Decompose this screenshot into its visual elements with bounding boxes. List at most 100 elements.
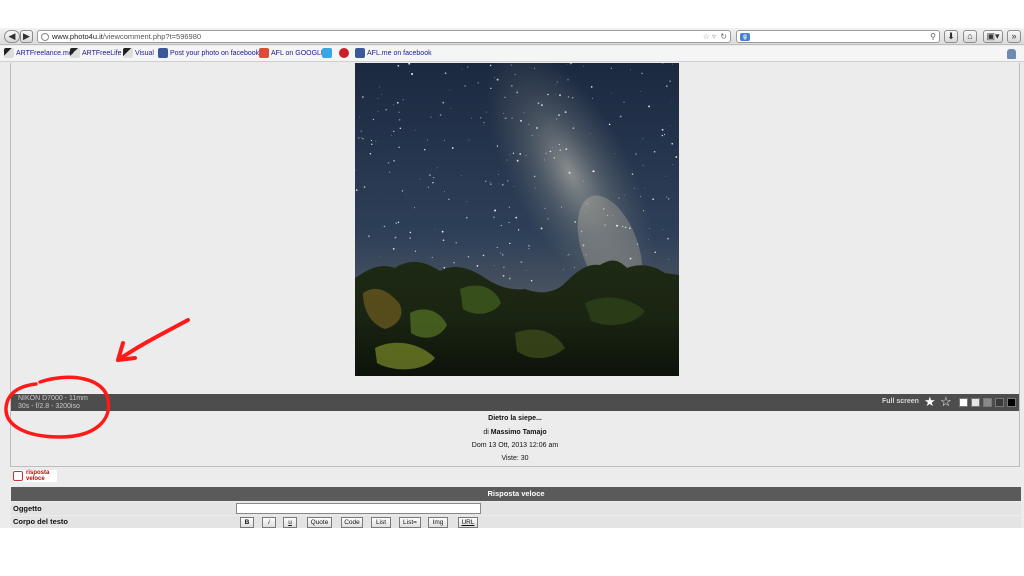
star-dot: [642, 138, 644, 140]
bookmark-afl-facebook[interactable]: AFL.me on facebook: [355, 48, 432, 60]
bookmarks-menu-button[interactable]: ▣▾: [983, 30, 1003, 43]
star-empty-icon[interactable]: ☆: [940, 394, 952, 410]
underline-button[interactable]: u: [283, 517, 297, 528]
bookmark-pinterest[interactable]: [339, 48, 351, 60]
bookmark-artfreelance[interactable]: ARTFreelance.me: [4, 48, 73, 60]
star-dot: [385, 108, 388, 111]
star-dot: [493, 265, 495, 266]
italic-button[interactable]: i: [262, 517, 276, 528]
star-dot: [359, 116, 360, 118]
star-filled-icon[interactable]: ★: [924, 394, 936, 410]
star-dot: [483, 121, 485, 124]
star-dot: [368, 235, 370, 238]
star-dot: [490, 183, 492, 185]
star-dot: [642, 164, 644, 166]
star-dot: [528, 123, 530, 125]
star-dot: [466, 201, 468, 203]
background-swatch-dark[interactable]: [995, 398, 1004, 407]
quick-reply-logo: risposta veloce: [13, 470, 57, 482]
bookmark-visual[interactable]: Visual: [123, 48, 154, 60]
star-dot: [423, 148, 426, 151]
bookmark-post-photo-facebook[interactable]: Post your photo on facebook: [158, 48, 259, 60]
star-dot: [528, 244, 530, 247]
star-dot: [442, 101, 445, 104]
star-dot: [432, 177, 435, 179]
star-dot: [476, 265, 479, 267]
star-dot: [559, 149, 562, 152]
star-dot: [610, 92, 612, 94]
google-icon[interactable]: g: [740, 33, 750, 41]
author-link[interactable]: Massimo Tamajo: [491, 429, 547, 436]
star-dot: [414, 250, 417, 252]
star-dot: [523, 111, 525, 113]
forward-button[interactable]: ▶: [20, 30, 33, 43]
star-dot: [395, 222, 398, 225]
star-dot: [411, 73, 414, 75]
background-swatch-light[interactable]: [971, 398, 980, 407]
search-icon[interactable]: ⚲: [930, 31, 936, 42]
star-dot: [565, 148, 568, 150]
star-dot: [500, 224, 502, 227]
search-bar[interactable]: g ⚲: [736, 30, 940, 43]
star-dot: [534, 67, 536, 69]
star-dot: [569, 63, 572, 65]
star-dot: [629, 257, 632, 260]
star-dot: [533, 175, 536, 178]
pinterest-icon: [339, 48, 349, 59]
star-dot: [629, 69, 631, 71]
star-dot: [663, 133, 666, 136]
address-bar[interactable]: www.photo4u.it/viewcomment.php?t=596980 …: [37, 30, 731, 43]
code-button[interactable]: Code: [341, 517, 363, 528]
star-dot: [375, 140, 377, 142]
user-icon[interactable]: [1007, 49, 1016, 59]
subject-input[interactable]: [236, 503, 481, 514]
star-dot: [618, 197, 620, 199]
image-button[interactable]: Img: [428, 517, 448, 528]
quote-button[interactable]: Quote: [307, 517, 332, 528]
star-dot: [498, 183, 499, 185]
star-dot: [649, 228, 650, 230]
fullscreen-button[interactable]: Full screen: [882, 397, 919, 407]
star-dot: [506, 159, 508, 161]
star-dot: [619, 115, 622, 118]
star-dot: [629, 227, 631, 229]
bookmark-artfreelife[interactable]: ARTFreeLife: [70, 48, 122, 60]
star-dot: [640, 196, 641, 198]
ordered-list-button[interactable]: List=: [399, 517, 421, 528]
star-dot: [427, 186, 430, 189]
url-button[interactable]: URL: [458, 517, 478, 528]
view-count: Viste: 30: [501, 455, 529, 462]
photo-image[interactable]: [355, 63, 679, 376]
star-dot: [502, 274, 505, 277]
bookmark-afl-google[interactable]: AFL on GOOGLE: [259, 48, 326, 60]
download-button[interactable]: ⬇: [944, 30, 958, 43]
bookmark-star-icon[interactable]: ☆ ▿: [703, 31, 716, 42]
back-button[interactable]: ◀: [4, 30, 20, 43]
star-dot: [477, 82, 479, 84]
background-swatch-white[interactable]: [959, 398, 968, 407]
star-dot: [582, 65, 584, 67]
star-dot: [531, 135, 533, 137]
star-dot: [653, 150, 656, 153]
star-dot: [409, 231, 412, 234]
background-swatch-black[interactable]: [1007, 398, 1016, 407]
star-dot: [480, 117, 482, 119]
background-swatch-gray[interactable]: [983, 398, 992, 407]
star-dot: [564, 111, 567, 114]
home-button[interactable]: ⌂: [963, 30, 977, 43]
bold-button[interactable]: B: [240, 517, 254, 528]
reload-icon[interactable]: ↻: [720, 31, 727, 42]
star-dot: [489, 64, 492, 67]
star-dot: [431, 256, 433, 259]
star-dot: [371, 143, 373, 145]
star-dot: [610, 67, 613, 70]
star-dot: [392, 248, 395, 250]
star-dot: [397, 221, 400, 224]
list-button[interactable]: List: [371, 517, 391, 528]
star-dot: [471, 117, 473, 119]
quick-reply-header: Risposta veloce: [11, 487, 1021, 501]
bookmark-twitter[interactable]: [322, 48, 334, 60]
menu-button[interactable]: »: [1007, 30, 1021, 43]
star-dot: [537, 102, 540, 105]
bookmarks-icon: ▣▾: [986, 31, 1000, 41]
